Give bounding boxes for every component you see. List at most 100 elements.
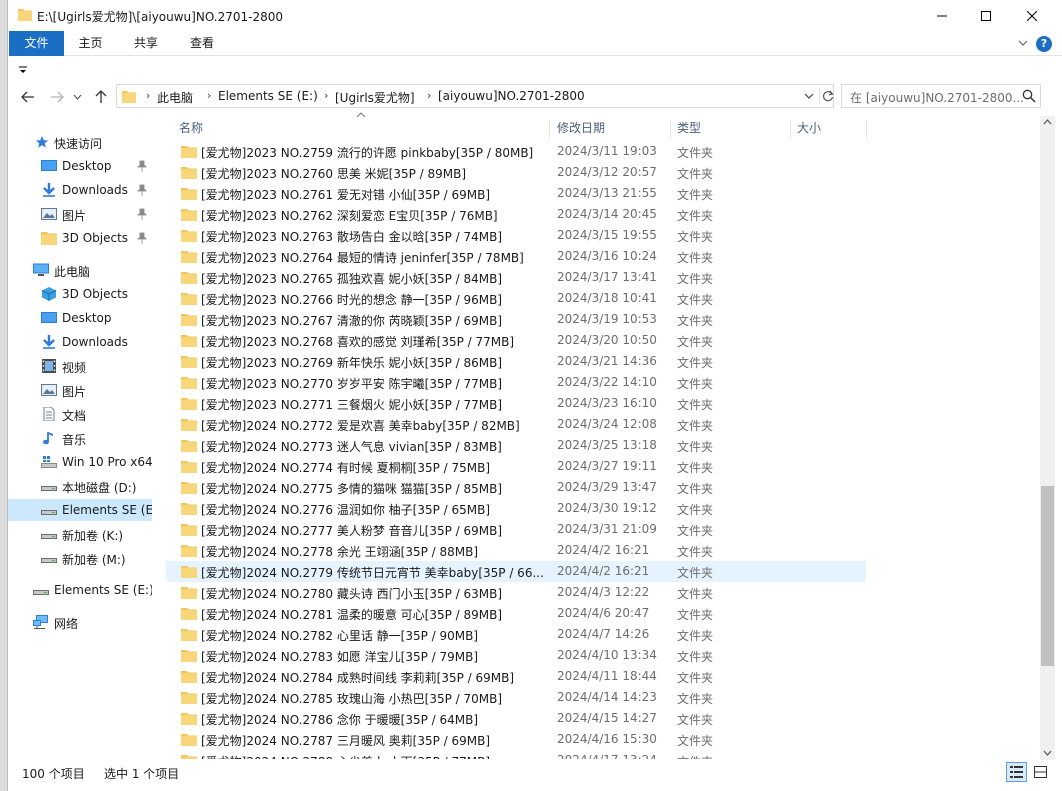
file-type: 文件夹 [677, 713, 714, 727]
file-row[interactable]: [爱尤物]2023 NO.2770 岁岁平安 陈宇曦[35P / 77MB] 20… [166, 372, 866, 393]
nav-quick-desktop[interactable]: Desktop [8, 155, 152, 177]
file-row[interactable]: [爱尤物]2024 NO.2774 有时候 夏桐桐[35P / 75MB] 202… [166, 456, 866, 477]
refresh-button[interactable] [819, 87, 835, 105]
breadcrumb-current[interactable]: [aiyouwu]NO.2701-2800 [438, 89, 585, 103]
nav-pc-desktop[interactable]: Desktop [8, 307, 152, 329]
title-bar[interactable]: E:\[Ugirls爱尤物]\[aiyouwu]NO.2701-2800 [8, 0, 1062, 31]
file-row[interactable]: [爱尤物]2024 NO.2785 玫瑰山海 小热巴[35P / 70MB] 20… [166, 687, 866, 708]
file-row[interactable]: [爱尤物]2023 NO.2767 清澈的你 芮晓颖[35P / 69MB] 20… [166, 309, 866, 330]
file-row[interactable]: [爱尤物]2024 NO.2773 迷人气息 vivian[35P / 83MB… [166, 435, 866, 456]
breadcrumb-separator[interactable]: › [427, 89, 431, 102]
file-row[interactable]: [爱尤物]2023 NO.2762 深刻爱恋 E宝贝[35P / 76MB] 20… [166, 204, 866, 225]
pin-icon[interactable] [137, 160, 147, 172]
file-row[interactable]: [爱尤物]2024 NO.2782 心里话 静一[35P / 90MB] 2024… [166, 624, 866, 645]
column-name[interactable]: 名称 [179, 116, 203, 140]
nav-drive-e-root[interactable]: Elements SE (E:) [8, 579, 152, 601]
file-row[interactable]: [爱尤物]2023 NO.2760 思美 米妮[35P / 89MB] 2024/… [166, 162, 866, 183]
file-row[interactable]: [爱尤物]2024 NO.2787 三月暖风 奥莉[35P / 69MB] 202… [166, 729, 866, 750]
file-row[interactable]: [爱尤物]2024 NO.2786 念你 于暖暖[35P / 64MB] 2024… [166, 708, 866, 729]
back-button[interactable] [17, 86, 39, 108]
nav-pc-drive-k[interactable]: 新加卷 (K:) [8, 523, 152, 545]
tab-home[interactable]: 主页 [64, 31, 117, 56]
file-row[interactable]: [爱尤物]2023 NO.2765 孤独欢喜 妮小妖[35P / 84MB] 20… [166, 267, 866, 288]
column-divider[interactable] [790, 120, 791, 138]
pin-icon[interactable] [137, 208, 147, 220]
recent-locations-button[interactable] [70, 86, 84, 108]
pin-icon[interactable] [137, 232, 147, 244]
vertical-scrollbar[interactable] [1040, 116, 1055, 760]
column-size[interactable]: 大小 [797, 116, 821, 140]
nav-pc-pictures[interactable]: 图片 [8, 379, 152, 401]
scrollbar-thumb[interactable] [1041, 486, 1054, 666]
search-input[interactable]: 在 [aiyouwu]NO.2701-2800... [841, 84, 1041, 108]
file-row[interactable]: [爱尤物]2023 NO.2769 新年快乐 妮小妖[35P / 86MB] 20… [166, 351, 866, 372]
breadcrumb-ugirls[interactable]: [Ugirls爱尤物] [335, 89, 415, 106]
tab-file[interactable]: 文件 [9, 31, 64, 56]
nav-network[interactable]: 网络 [8, 611, 152, 633]
file-row[interactable]: [爱尤物]2024 NO.2781 温柔的暖意 可心[35P / 89MB] 20… [166, 603, 866, 624]
file-date: 2024/3/22 14:10 [557, 375, 657, 389]
address-history-button[interactable] [801, 87, 817, 105]
up-button[interactable] [90, 86, 112, 108]
breadcrumb-this-pc[interactable]: 此电脑 [157, 89, 193, 106]
nav-quick-downloads[interactable]: Downloads [8, 179, 152, 201]
nav-pc-win10[interactable]: Win 10 Pro x64 [8, 451, 152, 473]
breadcrumb-drive[interactable]: Elements SE (E:) [218, 89, 318, 103]
file-row[interactable]: [爱尤物]2024 NO.2775 多情的猫咪 猫猫[35P / 85MB] 20… [166, 477, 866, 498]
column-divider[interactable] [866, 120, 867, 138]
breadcrumb-separator[interactable]: › [146, 89, 150, 102]
nav-quick-access[interactable]: 快速访问 [8, 131, 152, 153]
file-row[interactable]: [爱尤物]2024 NO.2777 美人粉梦 音音儿[35P / 69MB] 20… [166, 519, 866, 540]
file-row[interactable]: [爱尤物]2024 NO.2779 传统节日元宵节 美幸baby[35P / 6… [166, 561, 866, 582]
nav-pc-3d-objects[interactable]: 3D Objects [8, 283, 152, 305]
tab-share[interactable]: 共享 [118, 31, 174, 56]
breadcrumb-separator[interactable]: › [324, 89, 328, 102]
large-icons-view-button[interactable] [1030, 762, 1051, 782]
file-row[interactable]: [爱尤物]2024 NO.2776 温润如你 柚子[35P / 65MB] 202… [166, 498, 866, 519]
file-row[interactable]: [爱尤物]2023 NO.2763 散场告白 金以晗[35P / 74MB] 20… [166, 225, 866, 246]
nav-quick-pictures[interactable]: 图片 [8, 203, 152, 225]
file-row[interactable]: [爱尤物]2024 NO.2772 爱是欢喜 美幸baby[35P / 82MB… [166, 414, 866, 435]
file-row[interactable]: [爱尤物]2023 NO.2771 三餐烟火 妮小妖[35P / 77MB] 20… [166, 393, 866, 414]
nav-pc-documents[interactable]: 文档 [8, 403, 152, 425]
column-date[interactable]: 修改日期 [557, 116, 605, 140]
file-type: 文件夹 [677, 209, 714, 223]
nav-this-pc[interactable]: 此电脑 [8, 259, 152, 281]
address-bar[interactable]: › 此电脑 › Elements SE (E:) › [Ugirls爱尤物] ›… [116, 84, 834, 108]
file-row[interactable]: [爱尤物]2023 NO.2768 喜欢的感觉 刘瑾希[35P / 77MB] 2… [166, 330, 866, 351]
close-button[interactable] [1009, 0, 1055, 31]
forward-button[interactable] [46, 86, 68, 108]
file-row[interactable]: [爱尤物]2024 NO.2778 余光 王翊涵[35P / 88MB] 2024… [166, 540, 866, 561]
file-row[interactable]: [爱尤物]2024 NO.2784 成熟时间线 李莉莉[35P / 69MB] 2… [166, 666, 866, 687]
nav-pc-drive-m[interactable]: 新加卷 (M:) [8, 547, 152, 569]
scroll-up-icon[interactable] [1043, 119, 1052, 125]
nav-pc-drive-e[interactable]: Elements SE (E:) [8, 499, 152, 521]
document-icon [43, 407, 55, 421]
nav-pc-downloads[interactable]: Downloads [8, 331, 152, 353]
help-icon[interactable]: ? [1036, 36, 1052, 52]
search-icon[interactable] [1022, 89, 1036, 103]
file-row[interactable]: [爱尤物]2023 NO.2764 最短的情诗 jeninfer[35P / 7… [166, 246, 866, 267]
nav-pc-videos[interactable]: 视频 [8, 355, 152, 377]
file-row[interactable]: [爱尤物]2024 NO.2788 心尖美人 小雨[35P / 77MB] 202… [166, 750, 866, 759]
column-type[interactable]: 类型 [677, 116, 701, 140]
maximize-button[interactable] [963, 0, 1009, 31]
column-divider[interactable] [549, 120, 550, 138]
file-row[interactable]: [爱尤物]2023 NO.2759 流行的许愿 pinkbaby[35P / 8… [166, 141, 866, 162]
file-row[interactable]: [爱尤物]2024 NO.2783 如愿 洋宝儿[35P / 79MB] 2024… [166, 645, 866, 666]
file-row[interactable]: [爱尤物]2023 NO.2766 时光的想念 静一[35P / 96MB] 20… [166, 288, 866, 309]
pin-icon[interactable] [137, 184, 147, 196]
nav-pc-music[interactable]: 音乐 [8, 427, 152, 449]
file-row[interactable]: [爱尤物]2024 NO.2780 藏头诗 西门小玉[35P / 63MB] 20… [166, 582, 866, 603]
nav-quick-3d-objects[interactable]: 3D Objects [8, 227, 152, 249]
chevron-down-icon[interactable] [1017, 37, 1029, 49]
customize-toolbar-icon[interactable] [18, 65, 28, 75]
details-view-button[interactable] [1006, 762, 1027, 782]
scroll-down-icon[interactable] [1043, 750, 1052, 756]
column-divider[interactable] [670, 120, 671, 138]
file-row[interactable]: [爱尤物]2023 NO.2761 爱无对错 小仙[35P / 69MB] 202… [166, 183, 866, 204]
tab-view[interactable]: 查看 [174, 31, 230, 56]
nav-pc-drive-d[interactable]: 本地磁盘 (D:) [8, 475, 152, 497]
breadcrumb-separator[interactable]: › [207, 89, 211, 102]
minimize-button[interactable] [919, 0, 965, 31]
